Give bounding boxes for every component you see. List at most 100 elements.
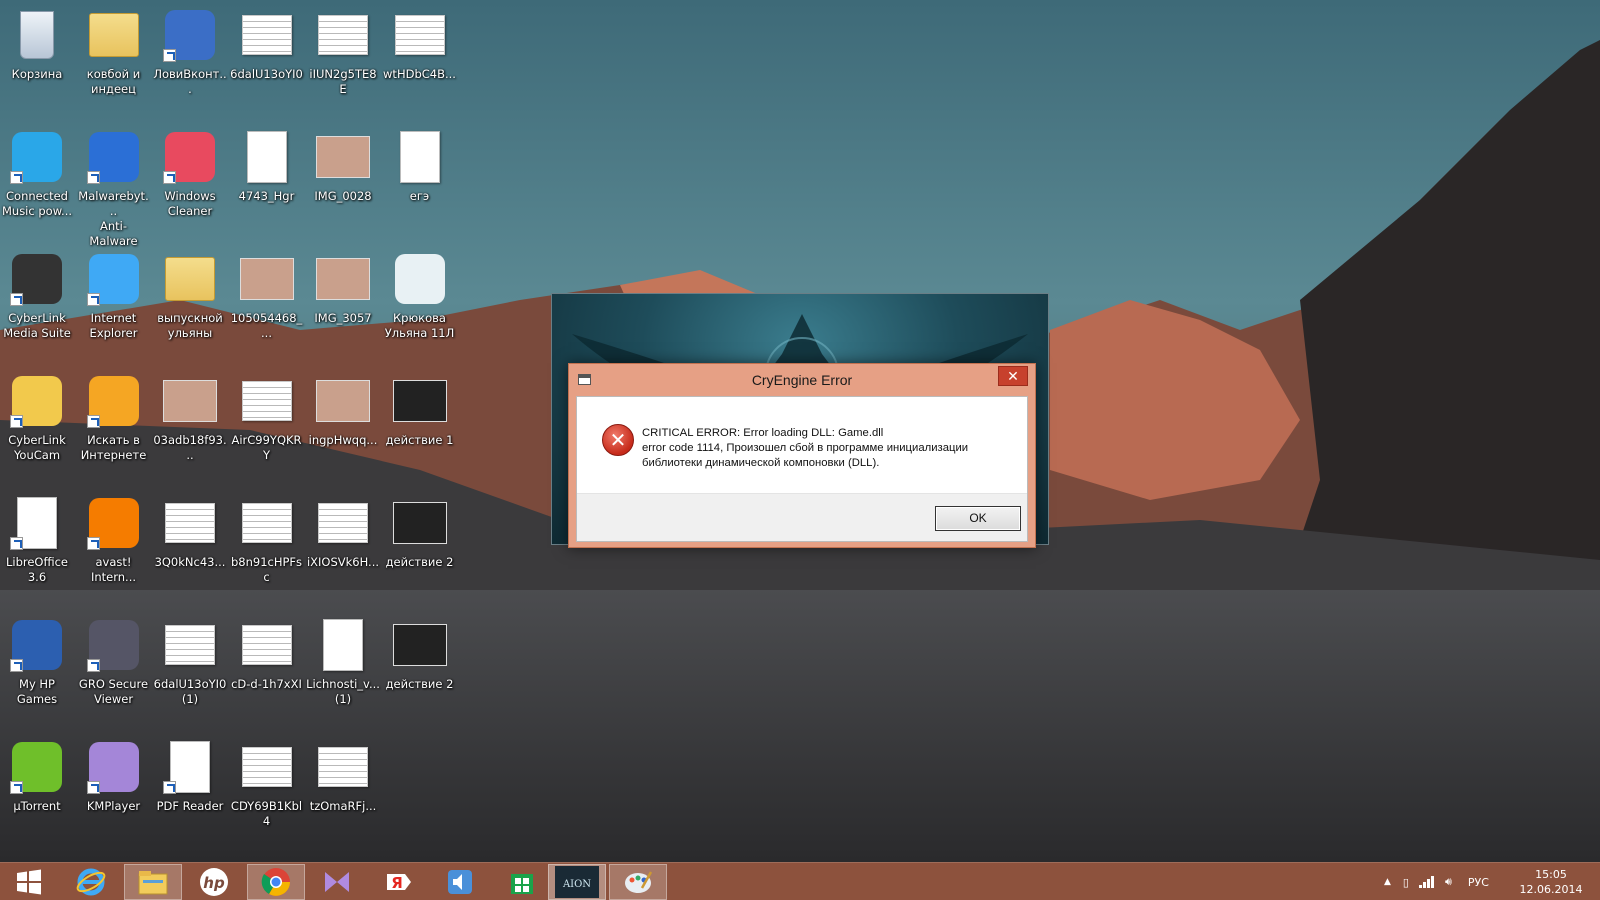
desktop-icon-label: avast! Intern... [90,555,137,584]
taskbar-kmplayer[interactable] [308,864,366,900]
desktop-icon-avast[interactable]: avast! Intern... [77,494,151,585]
desktop-icon-folder2[interactable]: выпускной ульяны [153,250,227,341]
desktop-icon-label: CyberLink Media Suite [3,311,71,340]
desktop-icon-hpgames[interactable]: My HP Games [0,616,74,707]
desktop-icon-label: 3Q0kNc43... [154,555,226,569]
network-signal-icon[interactable] [1418,876,1435,888]
taskbar-audio[interactable] [431,864,489,900]
shortcut-arrow-icon [163,781,176,794]
desktop-icon-doc3[interactable]: wtHDbC4B... [383,6,457,82]
volume-icon[interactable]: 🔊︎ [1445,875,1452,889]
desktop-icon-doc1[interactable]: 6dalU13oYI0 [230,6,304,82]
aion-icon: AION [555,866,599,898]
taskbar-internet-explorer[interactable] [62,864,120,900]
desktop-icon-img28[interactable]: IMG_0028 [306,128,380,204]
desktop-icon-img3057[interactable]: IMG_3057 [306,250,380,326]
desktop-icon-doc_ix[interactable]: iXIOSVk6H... [306,494,380,570]
taskbar-yandex[interactable]: Я [370,864,428,900]
ok-button[interactable]: OK [935,506,1021,531]
desktop-icon-cmp[interactable]: Connected Music pow... [0,128,74,219]
desktop-icon-cdy[interactable]: CDY69B1Kbl4 [230,738,304,829]
taskbar-file-explorer[interactable] [124,864,182,900]
desktop-icon-air[interactable]: AirC99YQKRY [230,372,304,463]
desktop-icon-pres[interactable]: Крюкова Ульяна 11Л [383,250,457,341]
power-icon[interactable]: ▯ [1403,876,1409,889]
error-message: CRITICAL ERROR: Error loading DLL: Game.… [642,426,968,471]
taskbar-aion[interactable]: AION [548,864,606,900]
desktop-icon-act2a[interactable]: действие 2 [383,494,457,570]
desktop-icon-kmp[interactable]: KMPlayer [77,738,151,814]
taskbar-hp[interactable]: hp [185,864,243,900]
shortcut-arrow-icon [86,659,100,672]
shortcut-arrow-icon [10,415,23,428]
shortcut-arrow-icon [10,171,23,184]
desktop-icon-label: iIUN2g5TE8E [309,67,377,96]
desktop-icon-hgr[interactable]: 4743_Hgr [230,128,304,204]
desktop-icon-act2b[interactable]: действие 2 [383,616,457,692]
desktop-icon-label: действие 1 [385,433,454,447]
desktop-icon-doc2[interactable]: iIUN2g5TE8E [306,6,380,97]
desktop-icon-label: b8n91cHPFsc [230,555,303,584]
windows-cleaner-icon [161,128,219,186]
desktop-icon-folder1[interactable]: ковбой и индеец [77,6,151,97]
cryengine-error-dialog: CryEngine Error ✕ ✕ CRITICAL ERROR: Erro… [568,363,1036,548]
desktop-icon-act1[interactable]: действие 1 [383,372,457,448]
desktop-icon-img105[interactable]: 105054468_... [230,250,304,341]
desktop-icon-ege[interactable]: егэ [383,128,457,204]
desktop-icon-label: IMG_3057 [314,311,372,325]
desktop-icon-label: выпускной ульяны [157,311,223,340]
desktop-icon-ingp[interactable]: ingpHwqq... [306,372,380,448]
store-icon [511,874,533,894]
kmplayer-icon [85,738,143,796]
svg-text:Я: Я [391,874,403,892]
close-button[interactable]: ✕ [998,366,1028,386]
taskbar-chrome[interactable] [247,864,305,900]
taskbar-paint[interactable] [609,864,667,900]
desktop-icon-ie[interactable]: Internet Explorer [77,250,151,341]
desktop-icon-cyberms[interactable]: CyberLink Media Suite [0,250,74,341]
pdf-reader-icon [161,738,219,796]
desktop-icon-img03[interactable]: 03adb18f93... [153,372,227,463]
document-icon [314,494,372,552]
photo-icon [314,250,372,308]
language-indicator[interactable]: РУС [1468,876,1489,889]
desktop-icon-label: wtHDbC4B... [383,67,456,81]
desktop-icon-doc6d1[interactable]: 6dalU13oYI0 (1) [153,616,227,707]
desktop-icon-doc3q[interactable]: 3Q0kNc43... [153,494,227,570]
desktop-icon-cd[interactable]: cD-d-1h7xXI [230,616,304,692]
show-hidden-icons-icon[interactable]: ▲ [1384,877,1391,887]
desktop-icon-wcleaner[interactable]: Windows Cleaner [153,128,227,219]
clock-date: 12.06.2014 [1519,883,1583,896]
desktop-icon-lich[interactable]: Lichnosti_v... (1) [306,616,380,707]
hp-games-icon [8,616,66,674]
dialog-body: ✕ CRITICAL ERROR: Error loading DLL: Gam… [576,396,1028,542]
desktop-icon-recycle[interactable]: Корзина [0,6,74,82]
shortcut-arrow-icon [10,659,23,672]
desktop-icon-doc_b8[interactable]: b8n91cHPFsc [230,494,304,585]
desktop-icon-search[interactable]: Искать в Интернете [77,372,151,463]
taskbar-store[interactable] [493,864,551,900]
document-icon [391,6,449,64]
desktop-icon-utorrent[interactable]: µTorrent [0,738,74,814]
desktop-icon-youcam[interactable]: CyberLink YouCam [0,372,74,463]
dialog-titlebar[interactable]: CryEngine Error ✕ [569,364,1035,396]
folder-icon [161,250,219,308]
desktop-icon-mbam[interactable]: Malwarebyt... Anti-Malware [77,128,151,249]
clock[interactable]: 15:05 12.06.2014 [1516,867,1586,897]
desktop-icon-tzo[interactable]: tzOmaRFj... [306,738,380,814]
desktop-icon-label: µTorrent [13,799,61,813]
document-icon [238,738,296,796]
desktop-icon-libre[interactable]: LibreOffice 3.6 [0,494,74,585]
document-icon [238,494,296,552]
desktop-icon-gro[interactable]: GRO Secure Viewer [77,616,151,707]
desktop-icon-lovivk[interactable]: ЛовиВконт... [153,6,227,97]
search-web-icon [85,372,143,430]
dialog-title: CryEngine Error [751,372,853,388]
desktop-icon-pdf[interactable]: PDF Reader [153,738,227,814]
desktop-icon-label: ingpHwqq... [308,433,378,447]
system-tray: ▲ ▯ 🔊︎ РУС [1384,863,1489,900]
clock-time: 15:05 [1535,868,1567,881]
start-button[interactable] [0,864,58,900]
desktop-icon-label: My HP Games [16,677,58,706]
paint-icon [625,871,653,893]
